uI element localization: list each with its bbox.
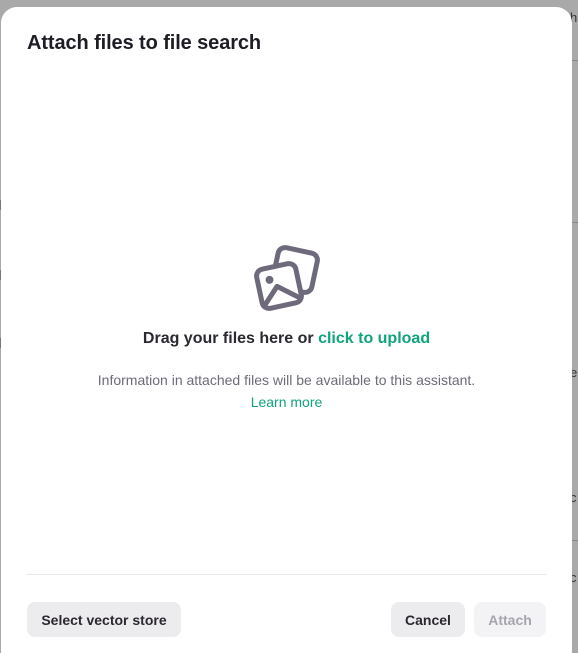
backdrop-divider <box>572 540 578 541</box>
drag-prompt: Drag your files here or click to upload <box>143 330 430 348</box>
dialog-title: Attach files to file search <box>27 32 262 54</box>
backdrop-divider <box>572 60 578 61</box>
cancel-button[interactable]: Cancel <box>391 602 465 637</box>
attach-files-dialog: Attach files to file search Drag your fi… <box>1 7 572 653</box>
learn-more-link[interactable]: Learn more <box>251 394 323 410</box>
footer-divider <box>27 574 546 575</box>
file-dropzone[interactable]: Drag your files here or click to upload … <box>27 77 546 557</box>
attach-button[interactable]: Attach <box>474 602 546 637</box>
drag-prompt-text: Drag your files here or <box>142 329 319 347</box>
images-icon <box>253 244 320 311</box>
info-block: Information in attached files will be av… <box>98 369 475 413</box>
backdrop-divider <box>572 222 578 223</box>
select-vector-store-button[interactable]: Select vector store <box>27 602 181 637</box>
info-text: Information in attached files will be av… <box>97 371 476 388</box>
click-to-upload-link[interactable]: click to upload <box>318 330 430 347</box>
